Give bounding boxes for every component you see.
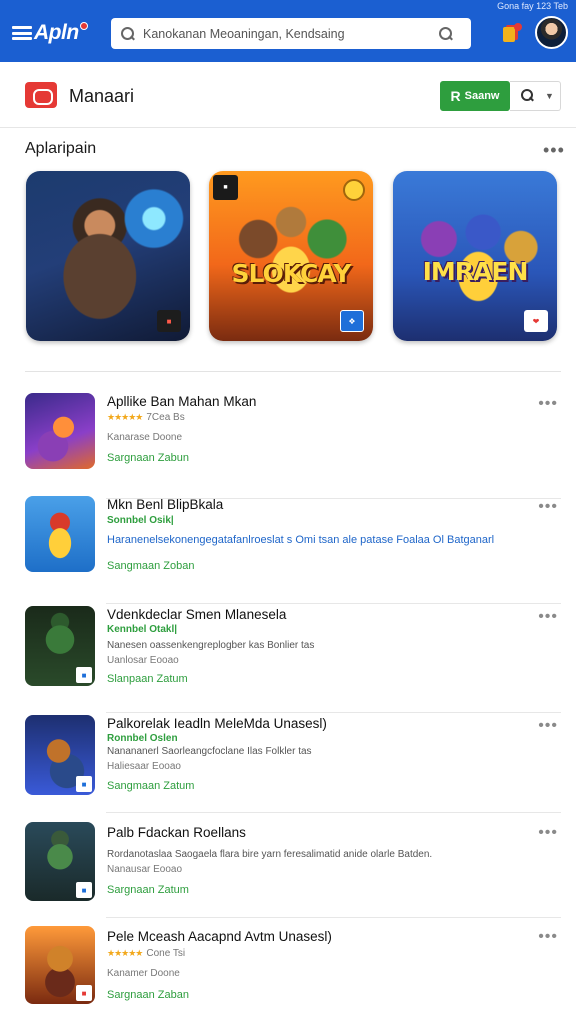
- app-action-link[interactable]: Sangmaan Zatum: [107, 780, 194, 792]
- featured-card[interactable]: IMRAEN ❤: [393, 171, 557, 341]
- app-thumbnail: ■: [25, 822, 95, 901]
- chevron-down-icon[interactable]: ▼: [545, 91, 554, 101]
- app-thumbnail: [25, 393, 95, 469]
- featured-card[interactable]: ■ SLOKCAY ❖: [209, 171, 373, 341]
- logo-badge-icon: [79, 22, 88, 30]
- search-submit-icon[interactable]: [439, 26, 453, 41]
- app-meta: Haliesaar Eooao: [107, 761, 181, 772]
- app-thumbnail: ■: [25, 926, 95, 1004]
- notification-badge: [514, 23, 522, 31]
- user-avatar[interactable]: [535, 16, 568, 49]
- app-title: Pele Mceash Aacapnd Avtm Unasesl): [107, 929, 332, 944]
- thumbnail-badge-icon: ■: [76, 882, 92, 898]
- menu-icon[interactable]: [12, 26, 32, 40]
- primary-action-button[interactable]: R Saanw: [440, 81, 510, 111]
- row-divider: [106, 812, 561, 813]
- featured-more-icon[interactable]: •••: [543, 141, 565, 159]
- search-bar[interactable]: [111, 18, 471, 49]
- app-meta: Nanausar Eooao: [107, 864, 183, 875]
- list-item[interactable]: ■ Pele Mceash Aacapnd Avtm Unasesl) ★★★★…: [0, 926, 576, 1022]
- thumbnail-badge-icon: ■: [76, 985, 92, 1001]
- status-bar-text: Gona fay 123 Teb: [497, 1, 568, 11]
- card-badge-icon: ❤: [524, 310, 548, 332]
- app-rating-text: Sonnbel Osik|: [107, 515, 174, 526]
- star-rating-icon: ★★★★★: [107, 412, 143, 422]
- rating-text: Cone Tsi: [146, 948, 186, 959]
- more-options-icon[interactable]: •••: [538, 499, 558, 515]
- section-divider: [25, 371, 561, 372]
- app-title: Mkn Benl BlipBkala: [107, 497, 224, 512]
- app-rating-text: Ronnbel Oslen: [107, 733, 178, 744]
- card-corner-badge-icon: ■: [213, 175, 238, 200]
- app-action-link[interactable]: Slanpaan Zatum: [107, 673, 188, 685]
- list-item[interactable]: ■ Palkorelak Ieadln MeleMda Unasesl) Ron…: [0, 715, 576, 813]
- notification-icon: [503, 27, 515, 42]
- more-options-icon[interactable]: •••: [538, 718, 558, 734]
- featured-card[interactable]: ■: [26, 171, 190, 341]
- app-title: Palb Fdackan Roellans: [107, 825, 246, 840]
- primary-action-label: Saanw: [464, 90, 500, 102]
- thumbnail-badge-icon: ■: [76, 667, 92, 683]
- store-logo-icon: [25, 82, 57, 108]
- app-thumbnail: ■: [25, 606, 95, 686]
- list-item[interactable]: ■ Palb Fdackan Roellans Rordanotaslaa Sa…: [0, 822, 576, 918]
- app-description: Nanananerl Saorleangcfoclane Ilas Folkle…: [107, 746, 312, 757]
- featured-section-title: Aplaripain: [25, 140, 97, 157]
- thumbnail-badge-icon: ■: [76, 776, 92, 792]
- featured-game-logo: IMRAEN: [422, 257, 529, 286]
- app-action-link[interactable]: Sargnaan Zatum: [107, 884, 189, 896]
- top-app-bar: Gona fay 123 Teb Apln: [0, 0, 576, 62]
- app-action-link[interactable]: Sargnaan Zaban: [107, 989, 189, 1001]
- card-badge-icon: ❖: [340, 310, 364, 332]
- more-options-icon[interactable]: •••: [538, 825, 558, 841]
- more-options-icon[interactable]: •••: [538, 929, 558, 945]
- app-rating: ★★★★★ 7Cea Bs: [107, 412, 185, 423]
- list-item[interactable]: Apllike Ban Mahan Mkan ★★★★★ 7Cea Bs Kana…: [0, 393, 576, 499]
- app-logo[interactable]: Apln: [12, 20, 88, 46]
- app-thumbnail: ■: [25, 715, 95, 795]
- app-rating-text: Kennbel Otakl|: [107, 624, 178, 635]
- rating-text: 7Cea Bs: [146, 412, 185, 423]
- page-header: Manaari R Saanw ▼: [0, 62, 576, 128]
- star-rating-icon: ★★★★★: [107, 948, 143, 958]
- list-item[interactable]: Mkn Benl BlipBkala Sonnbel Osik| Haranen…: [0, 496, 576, 604]
- search-filter-button[interactable]: ▼: [510, 81, 561, 111]
- more-options-icon[interactable]: •••: [538, 609, 558, 625]
- logo-text: Apln: [34, 21, 79, 44]
- app-description-link[interactable]: Haranenelsekonengegatafanlroeslat s Omi …: [107, 534, 494, 546]
- page-title: Manaari: [69, 86, 135, 106]
- app-title: Vdenkdeclar Smen Mlanesela: [107, 607, 287, 622]
- app-description: Rordanotaslaa Saogaela flara bire yarn f…: [107, 849, 433, 860]
- card-badge-icon: ■: [157, 310, 181, 332]
- row-divider: [106, 712, 561, 713]
- app-meta: Uanlosar Eooao: [107, 655, 179, 666]
- add-user-icon: R: [450, 88, 461, 104]
- search-input[interactable]: [143, 26, 439, 41]
- notifications-button[interactable]: [501, 23, 522, 45]
- app-action-link[interactable]: Sargnaan Zabun: [107, 452, 189, 464]
- search-icon: [521, 89, 535, 103]
- coin-icon: [343, 179, 365, 201]
- app-meta: Kanarase Doone: [107, 432, 183, 443]
- app-meta: Kanamer Doone: [107, 968, 180, 979]
- row-divider: [106, 917, 561, 918]
- app-rating: ★★★★★ Cone Tsi: [107, 948, 185, 959]
- featured-game-logo: SLOKCAY: [231, 259, 352, 288]
- app-description: Nanesen oassenkengreplogber kas Bonlier …: [107, 640, 315, 651]
- row-divider: [106, 603, 561, 604]
- search-icon: [121, 26, 135, 41]
- app-title: Palkorelak Ieadln MeleMda Unasesl): [107, 716, 327, 731]
- app-thumbnail: [25, 496, 95, 572]
- list-item[interactable]: ■ Vdenkdeclar Smen Mlanesela Kennbel Ota…: [0, 606, 576, 713]
- app-title: Apllike Ban Mahan Mkan: [107, 394, 257, 409]
- more-options-icon[interactable]: •••: [538, 396, 558, 412]
- app-action-link[interactable]: Sangmaan Zoban: [107, 560, 194, 572]
